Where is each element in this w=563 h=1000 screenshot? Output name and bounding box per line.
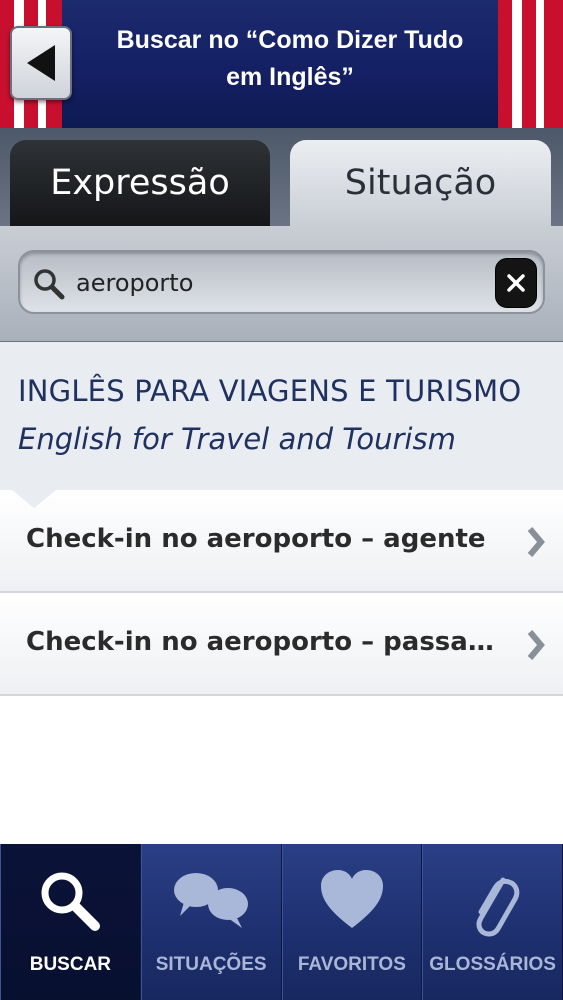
nav-favoritos-label: FAVORITOS <box>297 954 406 975</box>
flag-stripe <box>536 0 544 128</box>
back-arrow-icon <box>27 45 55 81</box>
chevron-right-icon <box>527 527 545 557</box>
nav-buscar[interactable]: BUSCAR <box>0 844 141 1000</box>
category-title-en: English for Travel and Tourism <box>18 422 456 456</box>
tab-situacao[interactable]: Situação <box>290 140 551 226</box>
search-icon <box>41 872 101 931</box>
heart-icon <box>320 870 383 928</box>
app-header: Buscar no “Como Dizer Tudo em Inglês” <box>0 0 563 128</box>
clear-search-button[interactable] <box>495 258 537 308</box>
flag-stripe <box>498 0 512 128</box>
speech-bubbles-icon <box>174 873 249 928</box>
result-row-label: Check-in no aeroporto – passageiro <box>26 627 496 657</box>
result-list: Check-in no aeroporto – agente Check-in … <box>0 490 563 696</box>
page-title-line2: em Inglês” <box>226 63 354 91</box>
clear-icon <box>507 274 525 292</box>
page-title: Buscar no “Como Dizer Tudo em Inglês” <box>82 22 498 106</box>
category-header: INGLÊS PARA VIAGENS E TURISMO English fo… <box>0 342 563 490</box>
paperclip-icon <box>476 877 519 937</box>
tab-bar: Expressão Situação <box>0 128 563 226</box>
flag-stripe <box>544 0 563 128</box>
category-title-pt: INGLÊS PARA VIAGENS E TURISMO <box>18 374 522 408</box>
result-row[interactable]: Check-in no aeroporto – agente <box>0 490 563 593</box>
nav-favoritos[interactable]: FAVORITOS <box>281 844 423 1000</box>
bottom-nav: BUSCAR SITUAÇÕES FAVORITOS GLOSSÁRIOS <box>0 844 563 1000</box>
nav-glossarios-label: GLOSSÁRIOS <box>429 954 556 975</box>
chevron-right-icon <box>527 630 545 660</box>
nav-situacoes-label: SITUAÇÕES <box>155 954 267 975</box>
search-area <box>0 226 563 342</box>
search-input[interactable] <box>76 264 476 302</box>
result-row-label: Check-in no aeroporto – agente <box>26 524 486 554</box>
tab-expressao[interactable]: Expressão <box>10 140 270 226</box>
tab-expressao-label: Expressão <box>50 163 230 203</box>
nav-buscar-label: BUSCAR <box>29 954 112 975</box>
flag-stripe <box>512 0 522 128</box>
nav-situacoes[interactable]: SITUAÇÕES <box>140 844 282 1000</box>
search-box <box>18 250 545 314</box>
result-row[interactable]: Check-in no aeroporto – passageiro <box>0 593 563 696</box>
nav-glossarios[interactable]: GLOSSÁRIOS <box>422 844 563 1000</box>
category-pointer <box>12 490 56 508</box>
tab-situacao-label: Situação <box>344 163 497 203</box>
back-button[interactable] <box>10 26 72 100</box>
search-icon <box>32 267 66 301</box>
page-title-line1: Buscar no “Como Dizer Tudo <box>116 26 464 54</box>
flag-stripe <box>522 0 536 128</box>
